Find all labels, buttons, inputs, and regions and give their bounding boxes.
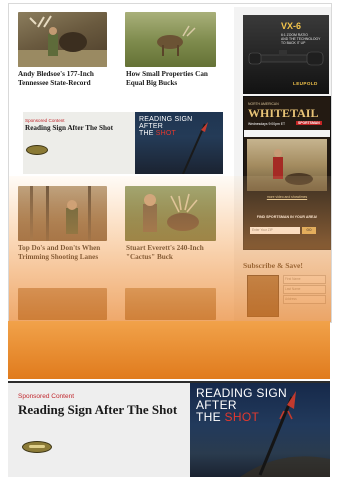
ad-cta: FIND SPORTSMAN IN YOUR AREA! xyxy=(256,215,318,219)
ad-video-still[interactable] xyxy=(247,139,327,191)
article-image-shooting-lanes[interactable] xyxy=(18,186,107,241)
zoomed-sponsored-card[interactable]: Sponsored Content Reading Sign After The… xyxy=(8,381,330,477)
hunter-with-buck-photo xyxy=(273,149,313,185)
zoom-sponsored-title[interactable]: Reading Sign After The Shot xyxy=(18,402,178,417)
article-title[interactable]: How Small Properties Can Equal Big Bucks xyxy=(126,70,216,87)
ad-heading: VX-6 xyxy=(281,21,302,31)
article-image[interactable] xyxy=(18,288,107,320)
sponsored-card[interactable]: Sponsored Content Reading Sign After The… xyxy=(23,112,223,174)
zoom-connector xyxy=(8,321,330,379)
zoom-sponsor-logo xyxy=(22,441,52,453)
article-image-cactus-buck[interactable] xyxy=(125,186,216,241)
sponsored-label: Sponsored Content xyxy=(25,118,65,123)
page-screenshot: Andy Bledsoe's 177-Inch Tennessee State-… xyxy=(8,3,332,323)
last-name-field[interactable]: Last Name xyxy=(283,285,326,294)
address-field[interactable]: Address xyxy=(283,295,326,304)
sponsored-image[interactable]: READING SIGN AFTER THE SHOT xyxy=(135,112,223,174)
zoom-sponsored-image[interactable]: READING SIGN AFTER THE SHOT xyxy=(190,383,330,477)
sidebar: VX-6 6:1 ZOOM RATIO AND THE TECHNOLOGY T… xyxy=(234,7,331,322)
article-image[interactable] xyxy=(125,288,216,320)
first-name-field[interactable]: First Name xyxy=(283,275,326,284)
arrow-photo xyxy=(240,391,330,477)
ad-schedule: Wednesdays 9:00pm ET xyxy=(248,122,286,126)
whitetail-tv-ad[interactable]: NORTH AMERICAN WHITETAIL Wednesdays 9:00… xyxy=(243,96,331,250)
article-image-andy-bledsoe[interactable] xyxy=(18,12,107,67)
arrow-photo xyxy=(182,122,208,174)
hunter-in-woods-photo xyxy=(30,186,91,241)
network-badge: SPORTSMAN xyxy=(296,121,322,125)
subscribe-panel: Subscribe & Save! First Name Last Name A… xyxy=(243,255,329,322)
subscribe-title: Subscribe & Save! xyxy=(243,261,303,270)
hunter-with-buck-photo xyxy=(18,15,107,67)
zip-input[interactable]: Enter Your ZIP xyxy=(250,227,300,234)
article-title[interactable]: Top Do's and Don'ts When Trimming Shooti… xyxy=(18,244,110,261)
hunter-with-buck-photo xyxy=(143,193,199,232)
article-title[interactable]: Andy Bledsoe's 177-Inch Tennessee State-… xyxy=(18,70,108,87)
article-title[interactable]: Stuart Everett's 240-Inch "Cactus" Buck xyxy=(126,244,218,261)
magazine-cover[interactable] xyxy=(247,275,279,317)
article-image-small-properties[interactable] xyxy=(125,12,216,67)
ad-tagline: Giving Our Whole on SWOTV xyxy=(244,130,330,144)
sponsor-logo xyxy=(26,145,48,155)
zoom-sponsored-label: Sponsored Content xyxy=(18,393,75,400)
leupold-scope-ad[interactable]: VX-6 6:1 ZOOM RATIO AND THE TECHNOLOGY T… xyxy=(243,15,329,94)
sponsored-title[interactable]: Reading Sign After The Shot xyxy=(25,124,125,132)
rifle-scope-icon xyxy=(248,50,324,66)
more-video-link[interactable]: more video and showtimes xyxy=(244,195,330,199)
zip-go-button[interactable]: GO xyxy=(302,227,316,234)
ad-title: WHITETAIL xyxy=(248,106,319,120)
brand-logo: LEUPOLD xyxy=(293,81,318,86)
deer-in-field-photo xyxy=(157,25,196,56)
